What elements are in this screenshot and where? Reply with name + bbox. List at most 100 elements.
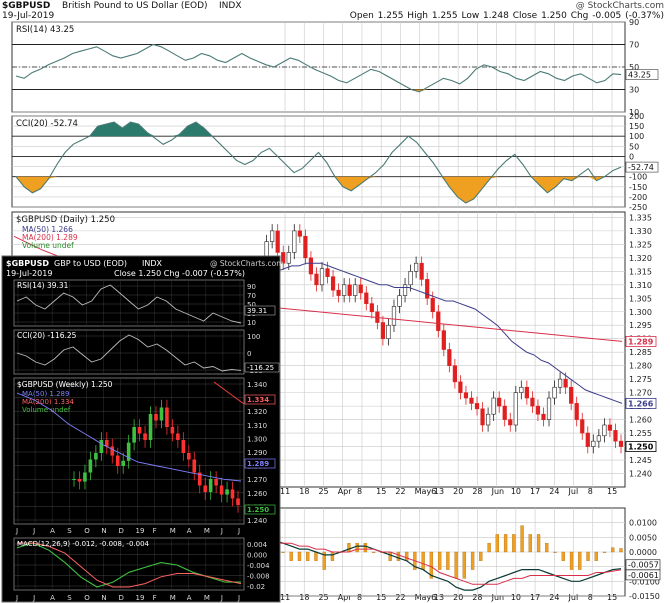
candle-body — [524, 386, 529, 399]
inset-x-label: J — [220, 527, 223, 535]
price-tick-label: 1.240 — [629, 470, 652, 479]
inset-candle-body — [236, 498, 240, 505]
inset-x-label-bottom: J — [237, 594, 240, 602]
x-axis-label: 11 — [280, 487, 290, 496]
candle-body — [369, 303, 374, 313]
candle-body — [397, 295, 402, 307]
inset-candle-body — [77, 479, 82, 482]
price-tick-label: 1.320 — [629, 254, 652, 263]
price-tick-label: 1.335 — [629, 213, 652, 222]
candle-body — [530, 397, 535, 407]
inset-tick-label-price: 1.290 — [247, 449, 267, 457]
macd-histogram-bar — [446, 551, 450, 570]
macd-histogram-bar — [479, 551, 483, 561]
candle-body — [330, 276, 336, 291]
inset-candle-body — [192, 459, 197, 473]
candle-body — [602, 424, 607, 437]
x-axis-label-bottom: 8 — [357, 593, 362, 602]
inset-candle-body — [154, 414, 158, 421]
inset-candle-body — [187, 453, 191, 460]
candle-body — [408, 271, 413, 286]
inset-candle-body — [132, 427, 136, 443]
candle-body — [347, 284, 352, 296]
price-marker-label: 1.250 — [628, 443, 654, 452]
inset-x-label-bottom: J — [220, 594, 223, 602]
candle-body — [380, 322, 385, 340]
macd-histogram-bar — [363, 543, 368, 553]
inset-price-marker: 1.334 — [247, 396, 269, 404]
inset-price-legend-item: MA(50) 1.289 — [22, 390, 69, 398]
rsi-panel-label: RSI(14) 43.25 — [16, 25, 74, 35]
macd-histogram-bar — [372, 551, 376, 553]
price-tick-label: 1.245 — [629, 456, 652, 465]
candle-body — [574, 403, 579, 420]
inset-candle-body — [170, 427, 175, 434]
inset-tick-label-macd: 0.000 — [247, 552, 267, 560]
macd-histogram-bar — [561, 551, 565, 561]
inset-x-label-bottom: J — [32, 594, 35, 602]
candle-body — [336, 289, 341, 296]
inset-cci-marker: -116.25 — [247, 364, 274, 372]
inset-weekly-chart: $GBPUSD GBP to USD (EOD) INDX 19-Jul-2019 @ … — [1, 255, 284, 603]
candle-body — [308, 257, 314, 275]
macd-tick-label: -0.0150 — [629, 592, 660, 601]
x-axis-label: 18 — [299, 487, 309, 496]
inset-candle-body — [219, 485, 224, 495]
candle-body — [546, 397, 552, 420]
inset-x-label: M — [170, 527, 176, 535]
cci-tick-label: -100 — [629, 173, 647, 182]
price-tick-label: 1.295 — [629, 321, 652, 330]
inset-tick-label-price: 1.300 — [247, 435, 267, 443]
cci-marker-label: -52.74 — [628, 163, 654, 172]
inset-candle-body — [159, 407, 164, 421]
macd-histogram-bar — [297, 551, 302, 561]
candle-body — [441, 330, 446, 350]
inset-header-name: GBP to USD (EOD) — [54, 259, 127, 268]
inset-x-label-bottom: D — [118, 594, 123, 602]
inset-candle-body — [176, 433, 180, 440]
inset-x-label: A — [50, 527, 55, 535]
inset-x-label-bottom: J — [15, 594, 18, 602]
inset-x-label: N — [101, 527, 106, 535]
inset-candle-body — [115, 455, 120, 466]
inset-x-label: J — [237, 527, 240, 535]
inset-candle-body — [148, 414, 153, 440]
price-panel-label: $GBPUSD (Daily) 1.250 — [16, 215, 115, 225]
price-tick-label: 1.300 — [629, 308, 652, 317]
price-tick-label: 1.280 — [629, 362, 652, 371]
inset-candle-body — [143, 433, 147, 440]
rsi-tick-label: 30 — [629, 86, 639, 95]
macd-marker-label: -0.0061 — [628, 571, 659, 580]
macd-histogram-bar — [553, 551, 557, 553]
inset-x-label-bottom: A — [187, 594, 192, 602]
candle-body — [519, 386, 524, 393]
x-axis-label: 25 — [318, 487, 328, 496]
macd-histogram-bar — [578, 551, 582, 570]
inset-candle-body — [72, 479, 76, 480]
cci-tick-label: 50 — [629, 142, 639, 151]
x-axis-label-bottom: 8 — [588, 593, 593, 602]
inset-watermark: @ StockCharts.com — [210, 259, 284, 268]
x-axis-label-bottom: Apr — [338, 593, 353, 602]
rsi-tick-label: 70 — [629, 41, 639, 50]
macd-histogram-bar — [611, 547, 615, 553]
inset-header-ohlc: Close 1.250 Chg -0.007 (-0.57%) — [114, 269, 245, 278]
cci-tick-label: -200 — [629, 193, 647, 202]
candle-body — [297, 230, 302, 237]
x-axis-label: 8 — [588, 487, 593, 496]
candle-body — [463, 392, 469, 399]
candle-body — [303, 235, 308, 259]
inset-x-label: J — [32, 527, 35, 535]
candle-body — [580, 419, 585, 434]
candle-body — [557, 378, 563, 388]
inset-candle-body — [88, 459, 93, 473]
inset-x-label-bottom: M — [204, 594, 210, 602]
macd-histogram-bar — [388, 551, 392, 561]
inset-header-symbol: $GBPUSD — [6, 259, 49, 268]
candle-body — [292, 230, 297, 253]
inset-tick-label-macd: -0.008 — [247, 573, 270, 581]
inset-tick-label-price: 1.240 — [247, 517, 267, 525]
x-axis-label: 22 — [395, 487, 405, 496]
inset-tick-label-rsi: 70 — [247, 292, 256, 300]
main-chart-svg: 103050709043.25RSI(14) 43.25-250-200-150… — [1, 18, 661, 603]
